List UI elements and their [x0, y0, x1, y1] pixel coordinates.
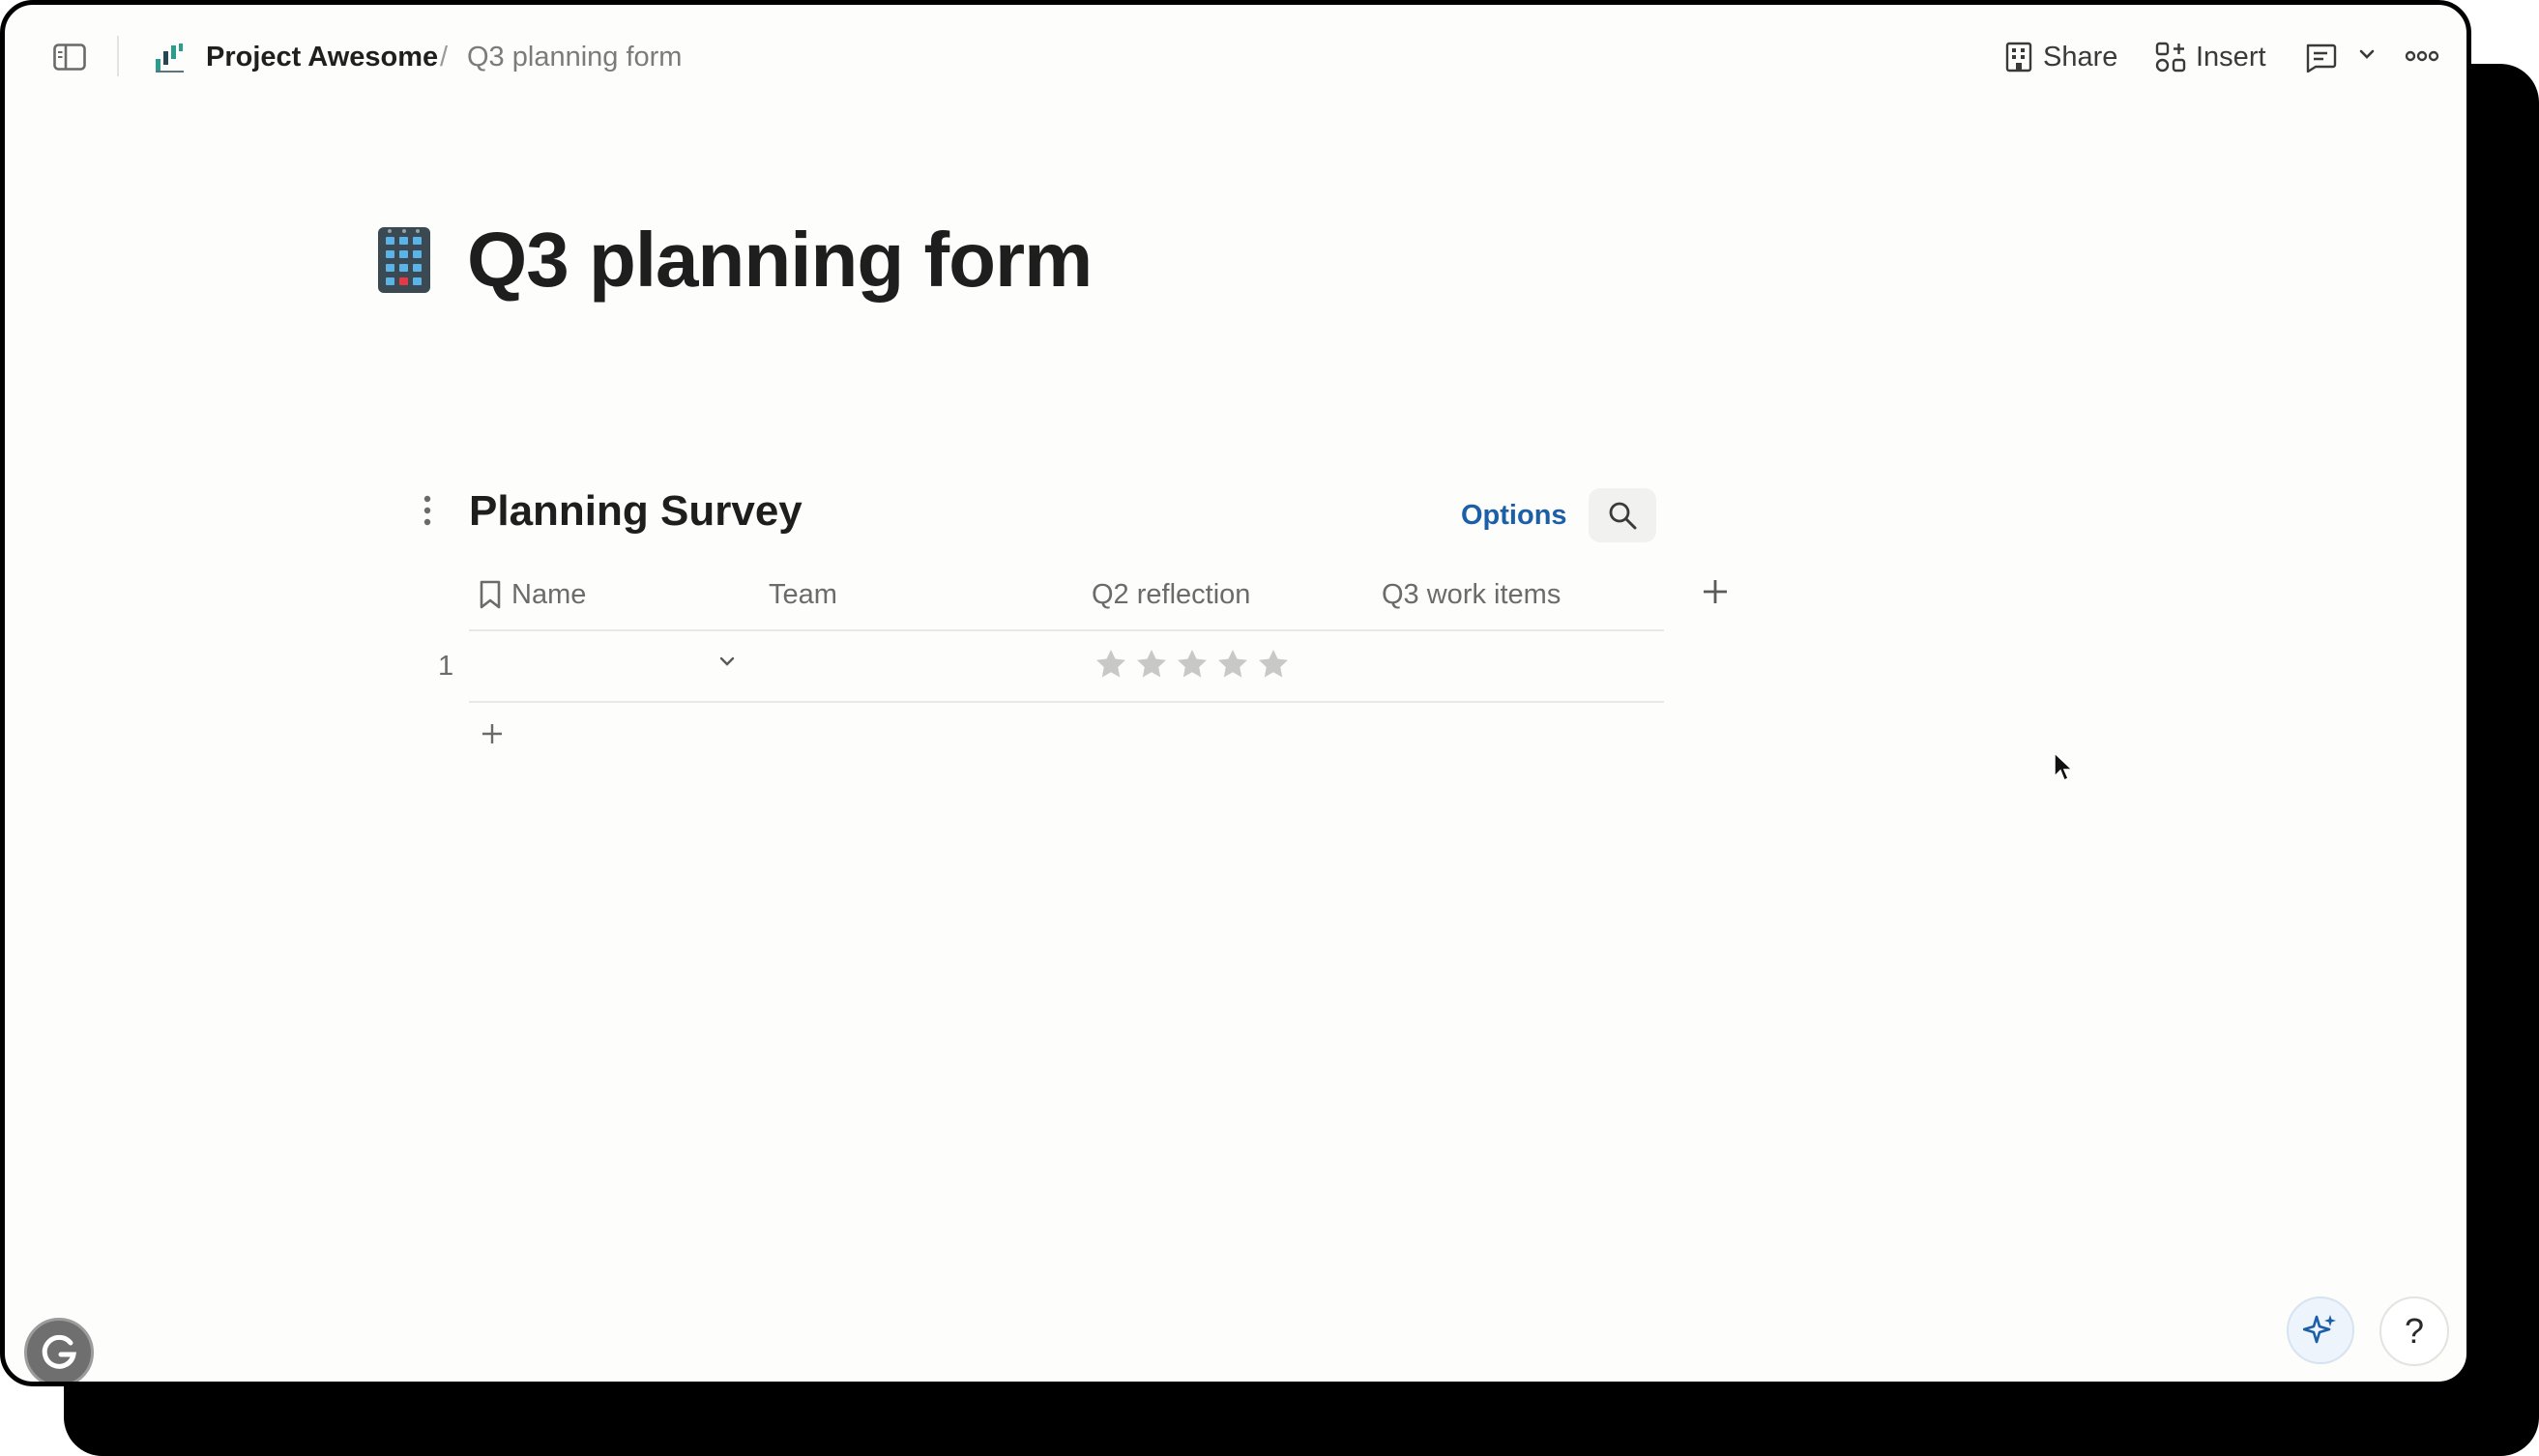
header-divider: [469, 629, 1664, 631]
column-header-team[interactable]: Team: [769, 577, 837, 612]
table-search-button[interactable]: [1589, 488, 1656, 542]
table-title[interactable]: Planning Survey: [469, 484, 803, 539]
insert-shapes-icon: [2155, 42, 2186, 73]
grammarly-icon[interactable]: [24, 1318, 94, 1382]
project-chart-icon: [154, 42, 185, 73]
page-title[interactable]: Q3 planning form: [467, 212, 1093, 308]
bookmark-icon: [480, 580, 501, 609]
sparkle-icon: [2303, 1315, 2336, 1344]
top-bar: Project Awesome / Q3 planning form Share…: [5, 5, 2466, 111]
star-icon[interactable]: [1175, 647, 1210, 682]
insert-label: Insert: [2196, 41, 2266, 73]
breadcrumb-separator: /: [440, 42, 449, 73]
comment-icon: [2306, 44, 2337, 73]
search-icon: [1609, 502, 1637, 530]
chevron-down-icon[interactable]: [2358, 47, 2376, 65]
insert-button[interactable]: Insert: [2155, 36, 2266, 78]
star-icon[interactable]: [1215, 647, 1250, 682]
mouse-cursor-icon: [2053, 751, 2074, 787]
building-icon: [2005, 42, 2032, 73]
drag-handle-icon[interactable]: [423, 494, 432, 527]
share-label: Share: [2043, 41, 2118, 73]
star-icon[interactable]: [1094, 647, 1128, 682]
add-column-icon[interactable]: [1701, 577, 1730, 606]
breadcrumb-project[interactable]: Project Awesome: [206, 38, 438, 76]
rating-stars[interactable]: [1094, 647, 1291, 682]
star-icon[interactable]: [1134, 647, 1169, 682]
more-icon[interactable]: [2405, 49, 2439, 68]
share-button[interactable]: Share: [2004, 36, 2117, 78]
chevron-down-icon[interactable]: [718, 655, 736, 672]
options-button[interactable]: Options: [1461, 498, 1567, 533]
ai-assistant-button[interactable]: [2287, 1296, 2354, 1364]
divider: [117, 36, 119, 76]
comment-button[interactable]: [2304, 36, 2337, 78]
row-number: 1: [438, 651, 454, 682]
row-divider: [469, 701, 1664, 703]
star-icon[interactable]: [1256, 647, 1291, 682]
breadcrumb-page[interactable]: Q3 planning form: [467, 38, 682, 76]
abacus-icon[interactable]: [376, 225, 432, 295]
app-window: Project Awesome / Q3 planning form Share…: [0, 0, 2471, 1386]
column-header-q3-work-items[interactable]: Q3 work items: [1382, 577, 1561, 612]
sidebar-toggle-icon[interactable]: [53, 44, 86, 71]
column-header-label: Name: [511, 579, 587, 610]
column-header-name[interactable]: Name: [479, 577, 586, 612]
help-button[interactable]: ?: [2379, 1296, 2449, 1366]
column-header-q2-reflection[interactable]: Q2 reflection: [1092, 577, 1250, 612]
add-row-icon[interactable]: [481, 722, 504, 745]
screen: Project Awesome / Q3 planning form Share…: [0, 0, 2539, 1456]
